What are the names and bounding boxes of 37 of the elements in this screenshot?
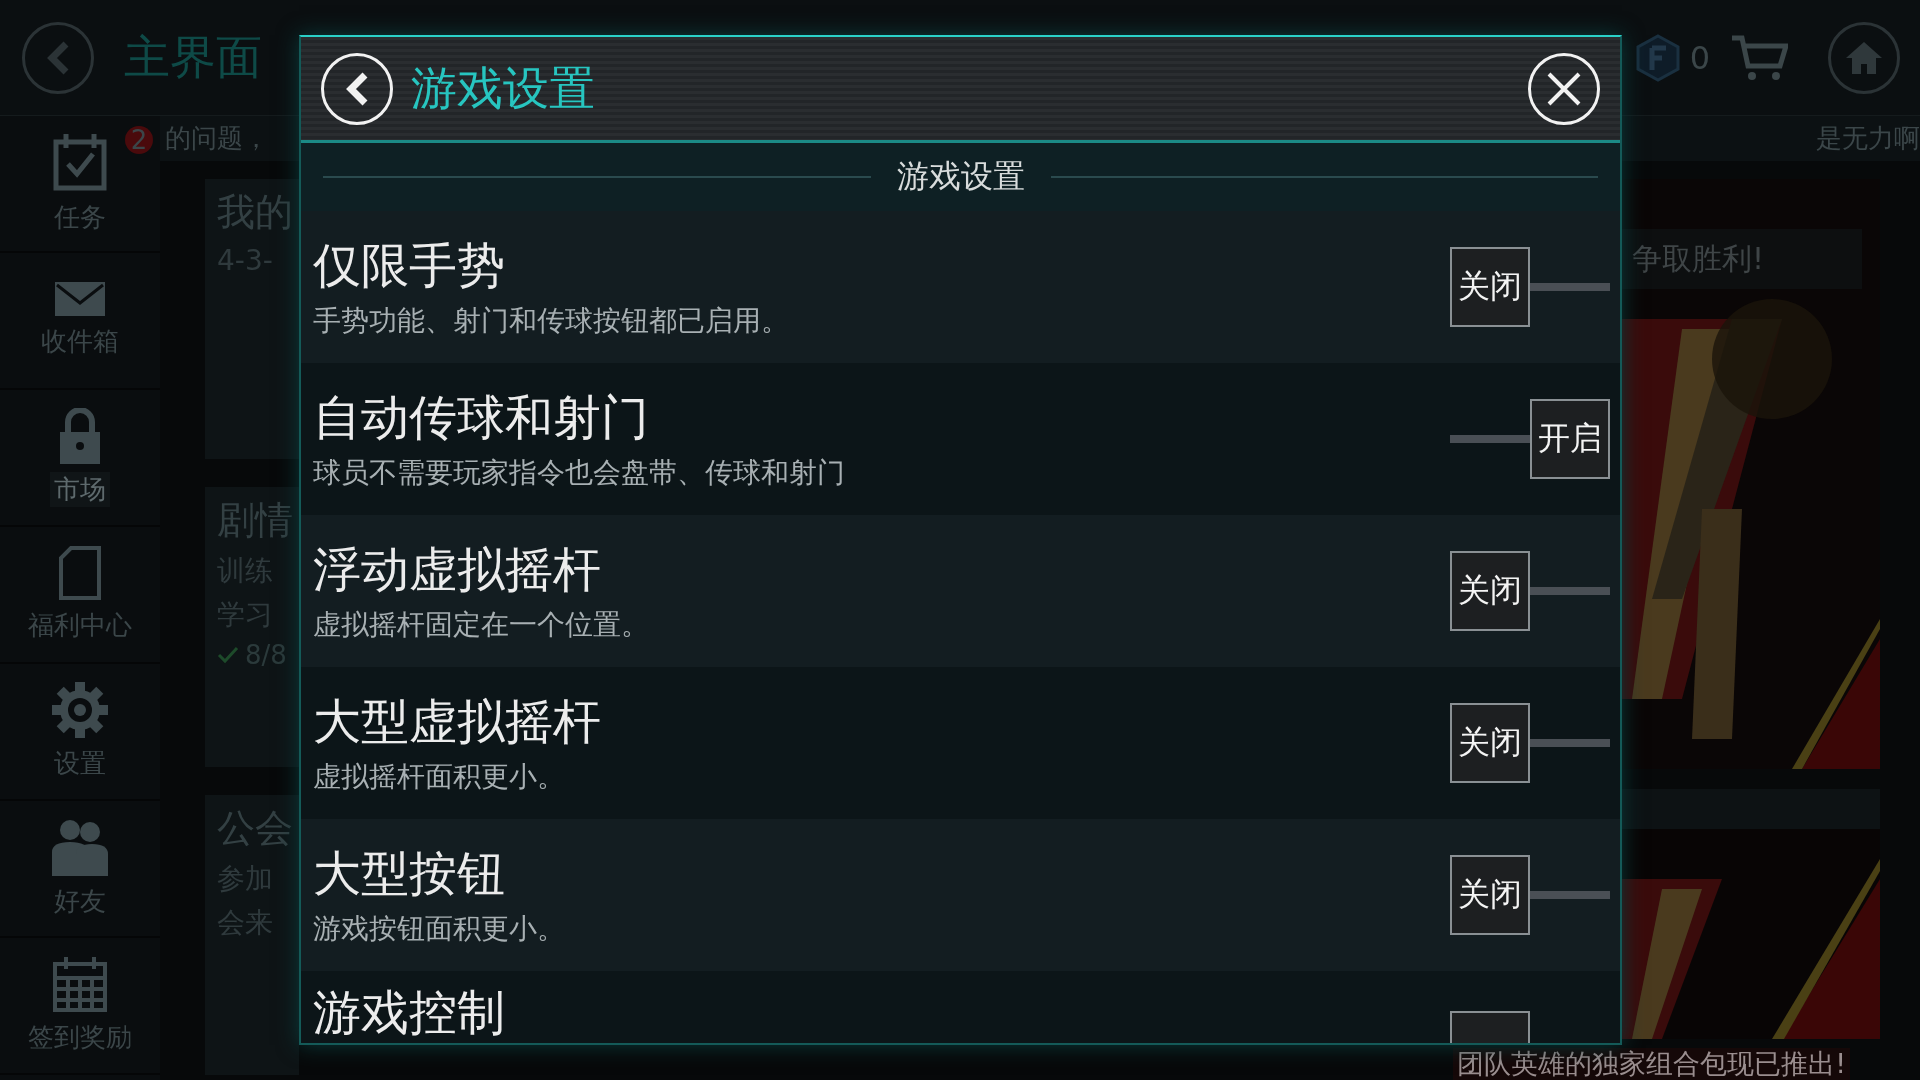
sidebar-item[interactable]: 福利中心 [0, 527, 160, 664]
settings-icon [52, 682, 108, 738]
close-icon [1546, 70, 1582, 107]
calendar-check-icon [52, 132, 108, 192]
setting-description: 球员不需要玩家指令也会盘带、传球和射门 [313, 455, 846, 491]
coin-icon [1635, 33, 1680, 82]
notification-badge: 2 [125, 126, 153, 154]
sidebar-item[interactable]: 签到奖励 [0, 938, 160, 1075]
setting-title: 大型按钮 [313, 844, 506, 903]
setting-description: 虚拟摇杆固定在一个位置。 [313, 607, 650, 643]
setting-description: 手势功能、射门和传球按钮都已启用。 [313, 303, 790, 339]
promo-text: 团队英雄的独家组合包现已推出! [1453, 1048, 1850, 1080]
dialog-title: 游戏设置 [411, 59, 596, 117]
setting-description: 游戏按钮面积更小。 [313, 911, 566, 947]
setting-title: 自动传球和射门 [313, 388, 650, 447]
check-icon [217, 646, 239, 664]
home-icon [1844, 39, 1884, 76]
friends-icon [50, 818, 110, 876]
coin-count: 0 [1689, 38, 1710, 77]
sidebar-item[interactable]: 收件箱 [0, 253, 160, 390]
section-title: 游戏设置 [896, 156, 1025, 197]
sidebar-item[interactable]: 任务 2 [0, 116, 160, 253]
sidebar-item[interactable]: 设置 [0, 664, 160, 801]
setting-description: 虚拟摇杆面积更小。 [313, 759, 566, 795]
envelope-icon [55, 282, 105, 316]
setting-title: 仅限手势 [313, 236, 506, 295]
setting-title: 浮动虚拟摇杆 [313, 540, 602, 599]
setting-title: 大型虚拟摇杆 [313, 692, 602, 751]
lock-icon [58, 408, 102, 464]
chevron-left-icon [46, 40, 70, 75]
setting-title: 游戏控制 [313, 983, 506, 1042]
sidebar-item[interactable]: 好友 [0, 801, 160, 938]
calendar-icon [52, 956, 108, 1012]
screen-title: 主界面 [124, 28, 262, 86]
chevron-left-icon [345, 71, 369, 106]
close-button[interactable] [1528, 52, 1600, 125]
card-icon [59, 546, 101, 600]
